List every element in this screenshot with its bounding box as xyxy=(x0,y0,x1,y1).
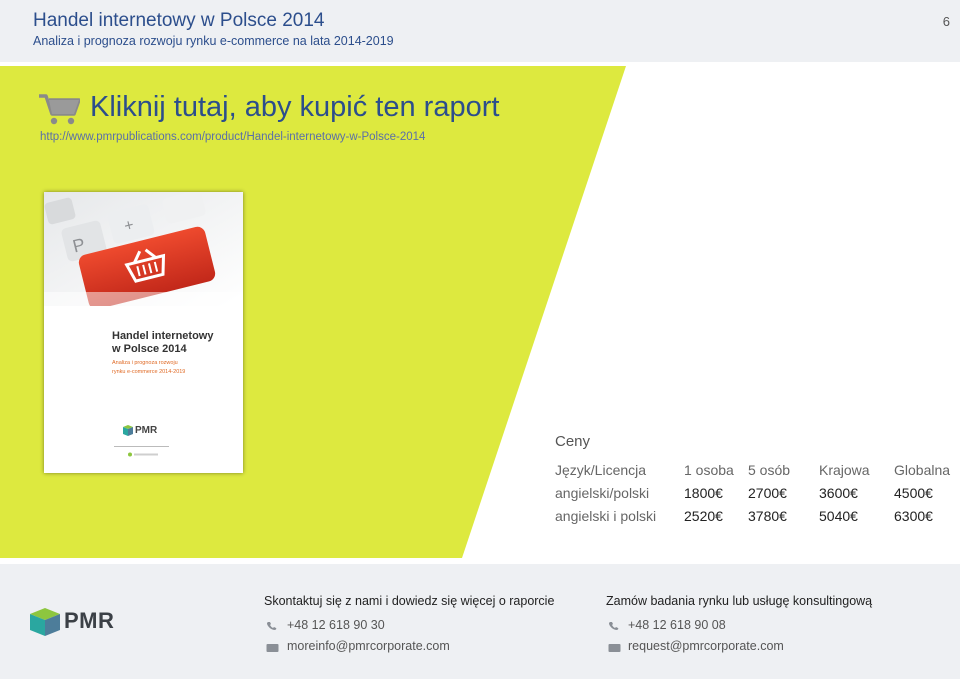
cover-divider xyxy=(114,446,169,447)
price-cell: 1800€ xyxy=(684,485,723,501)
prices-heading: Ceny xyxy=(555,433,591,450)
order-email[interactable]: request@pmrcorporate.com xyxy=(628,639,784,653)
price-cell: 3600€ xyxy=(819,485,858,501)
price-cell: 2700€ xyxy=(748,485,787,501)
cover-title-line1: Handel internetowy xyxy=(112,330,214,342)
col-header-5-persons: 5 osób xyxy=(748,462,791,478)
phone-icon xyxy=(267,622,277,630)
contact-phone[interactable]: +48 12 618 90 30 xyxy=(287,618,385,632)
cover-small-logo-icon xyxy=(128,452,158,457)
header-bar: Handel internetowy w Polsce 2014 Analiza… xyxy=(0,0,960,62)
page-number: 6 xyxy=(942,14,950,29)
col-header-1-person: 1 osoba xyxy=(684,462,734,478)
price-cell: 4500€ xyxy=(894,485,933,501)
phone-icon xyxy=(609,622,619,630)
contact-email[interactable]: moreinfo@pmrcorporate.com xyxy=(287,639,450,653)
page-subtitle: Analiza i prognoza rozwoju rynku e-comme… xyxy=(33,34,394,48)
cover-subtitle: Analiza i prognoza rozwoju rynku e-comme… xyxy=(112,359,222,377)
buy-report-link[interactable]: Kliknij tutaj, aby kupić ten raport xyxy=(90,91,499,124)
row-language: angielski i polski xyxy=(555,508,657,524)
report-cover-image[interactable]: P + Handel internetowy w Polsce 2014 Ana… xyxy=(44,192,243,473)
footer: PMR Skontaktuj się z nami i dowiedz się … xyxy=(0,564,960,679)
col-header-global: Globalna xyxy=(894,462,951,478)
order-phone[interactable]: +48 12 618 90 08 xyxy=(628,618,726,632)
shopping-cart-icon[interactable] xyxy=(38,92,80,126)
price-cell: 2520€ xyxy=(684,508,723,524)
email-icon xyxy=(608,644,621,652)
page-title: Handel internetowy w Polsce 2014 xyxy=(33,10,325,31)
cover-logo-text: PMR xyxy=(135,425,158,436)
row-language: angielski/polski xyxy=(555,485,650,501)
email-icon xyxy=(266,644,279,652)
keyboard-basket-photo: P + xyxy=(44,192,243,306)
pmr-logo-icon xyxy=(30,608,60,636)
cover-title: Handel internetowy w Polsce 2014 xyxy=(112,330,237,356)
order-heading: Zamów badania rynku lub usługę konsultin… xyxy=(606,594,873,608)
col-header-national: Krajowa xyxy=(819,462,870,478)
cover-title-line2: w Polsce 2014 xyxy=(112,343,187,355)
price-cell: 6300€ xyxy=(894,508,933,524)
price-cell: 3780€ xyxy=(748,508,787,524)
cover-subtitle-line2: rynku e-commerce 2014-2019 xyxy=(112,369,186,375)
col-header-license: Język/Licencja xyxy=(555,462,647,478)
contact-heading: Skontaktuj się z nami i dowiedz się więc… xyxy=(264,594,555,608)
price-cell: 5040€ xyxy=(819,508,858,524)
footer-logo-text: PMR xyxy=(64,608,115,633)
cover-subtitle-line1: Analiza i prognoza rozwoju xyxy=(112,360,178,366)
product-url-link[interactable]: http://www.pmrpublications.com/product/H… xyxy=(40,131,425,143)
